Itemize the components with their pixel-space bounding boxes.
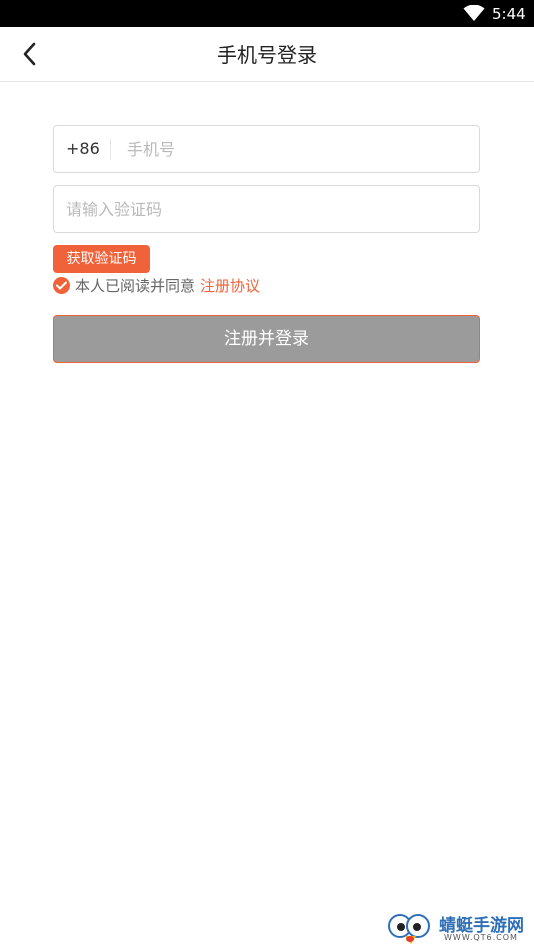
agreement-text: 本人已阅读并同意 (75, 276, 196, 295)
page-title: 手机号登录 (217, 43, 317, 67)
phone-input[interactable] (127, 126, 467, 172)
agreement-row: 本人已阅读并同意 注册协议 (53, 275, 260, 295)
check-icon (56, 281, 67, 289)
watermark-url: WWW.QT6.COM (444, 933, 518, 942)
app-header: 手机号登录 (0, 27, 534, 82)
prefix-divider (110, 139, 111, 160)
verification-code-field (53, 185, 480, 233)
status-time: 5:44 (492, 5, 526, 23)
agreement-checkbox[interactable] (53, 276, 70, 294)
verification-code-input[interactable] (66, 186, 466, 232)
country-code-prefix[interactable]: +86 (66, 126, 100, 172)
status-bar: 5:44 (0, 0, 534, 27)
get-verification-code-button[interactable]: 获取验证码 (53, 245, 150, 273)
register-login-button[interactable]: 注册并登录 (53, 315, 480, 363)
phone-field: +86 (53, 125, 480, 173)
agreement-link[interactable]: 注册协议 (200, 275, 260, 296)
wifi-icon (463, 5, 485, 21)
watermark: 蜻蜓手游网 WWW.QT6.COM (386, 908, 531, 946)
dragonfly-logo-icon (388, 914, 430, 944)
